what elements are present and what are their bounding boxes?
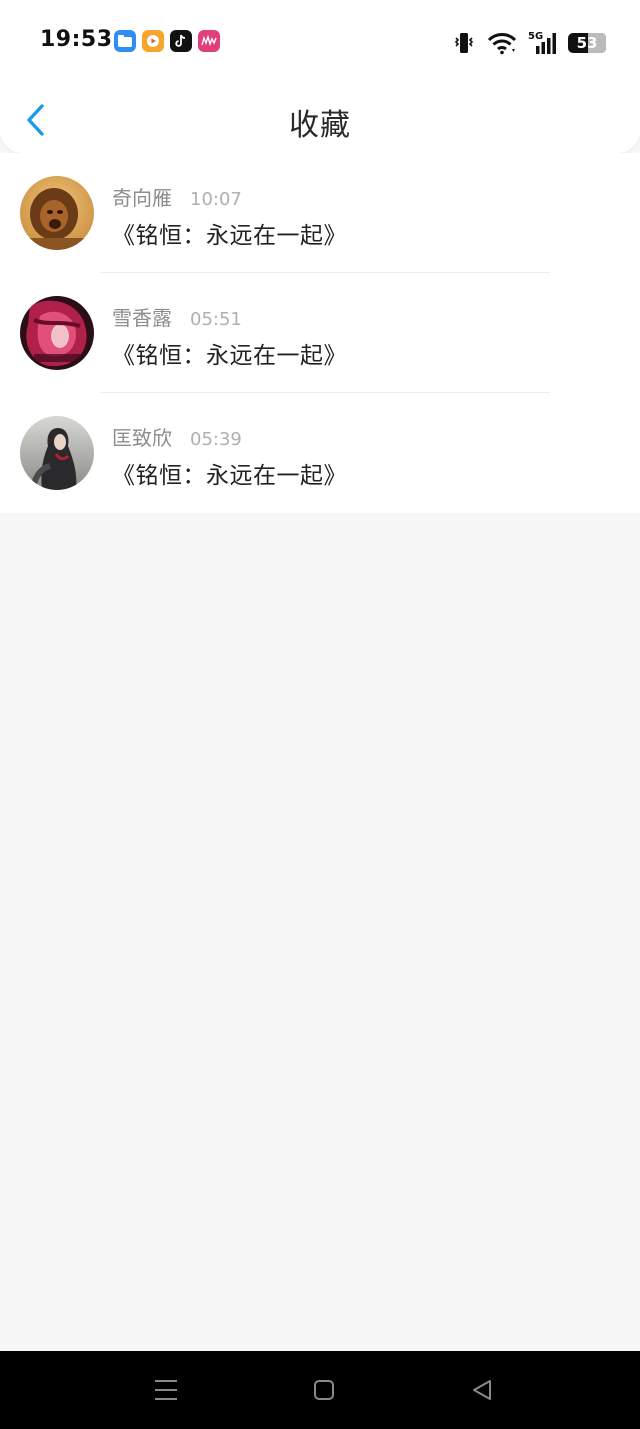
menu-button[interactable] bbox=[150, 1375, 182, 1405]
list-item[interactable]: 奇向雁 10:07 《铭恒：永远在一起》 bbox=[0, 153, 640, 273]
battery-level: 53 bbox=[576, 34, 598, 52]
header: 19:53 5G 53 收藏 bbox=[0, 0, 640, 153]
tiktok-app-icon bbox=[170, 30, 192, 52]
navigation-bar bbox=[0, 1351, 640, 1429]
item-title: 《铭恒：永远在一起》 bbox=[112, 223, 347, 249]
status-indicators: 5G 53 bbox=[452, 30, 606, 56]
favorites-list: 奇向雁 10:07 《铭恒：永远在一起》 雪香露 05:51 《铭恒：永远在一起… bbox=[0, 153, 640, 513]
sitting-woman-avatar bbox=[20, 416, 94, 490]
red-hair-girl-avatar bbox=[20, 296, 94, 370]
item-title: 《铭恒：永远在一起》 bbox=[112, 343, 347, 369]
back-triangle-icon bbox=[473, 1380, 491, 1400]
item-meta: 奇向雁 10:07 bbox=[112, 182, 242, 211]
item-title: 《铭恒：永远在一起》 bbox=[112, 463, 347, 489]
list-item[interactable]: 匡致欣 05:39 《铭恒：永远在一起》 bbox=[0, 393, 640, 513]
video-app-icon bbox=[142, 30, 164, 52]
item-time: 05:51 bbox=[190, 309, 242, 330]
page-title: 收藏 bbox=[289, 108, 351, 143]
item-meta: 雪香露 05:51 bbox=[112, 302, 242, 331]
status-time: 19:53 bbox=[40, 27, 113, 52]
item-time: 05:39 bbox=[190, 429, 242, 450]
cellular-signal-icon: 5G bbox=[528, 31, 556, 54]
item-time: 10:07 bbox=[190, 189, 242, 210]
menu-icon bbox=[155, 1380, 177, 1400]
music-app-icon bbox=[198, 30, 220, 52]
item-name: 雪香露 bbox=[112, 306, 172, 330]
wifi-icon bbox=[487, 33, 517, 55]
back-nav-button[interactable] bbox=[466, 1375, 498, 1405]
home-button[interactable] bbox=[308, 1375, 340, 1405]
item-name: 奇向雁 bbox=[112, 186, 172, 210]
list-item[interactable]: 雪香露 05:51 《铭恒：永远在一起》 bbox=[0, 273, 640, 393]
lion-avatar bbox=[20, 176, 94, 250]
network-type-label: 5G bbox=[528, 31, 543, 42]
notification-app-icons bbox=[114, 30, 220, 52]
title-bar: 收藏 bbox=[0, 84, 640, 153]
home-icon bbox=[314, 1380, 334, 1400]
vibrate-icon bbox=[454, 33, 474, 53]
item-name: 匡致欣 bbox=[112, 426, 172, 450]
files-app-icon bbox=[114, 30, 136, 52]
screen: 19:53 5G 53 收藏 奇向雁 10:07 《铭恒：永远在一起》 雪香露 … bbox=[0, 0, 640, 1429]
status-bar: 19:53 5G 53 bbox=[0, 0, 640, 84]
battery-icon: 53 bbox=[568, 33, 606, 53]
item-meta: 匡致欣 05:39 bbox=[112, 422, 242, 451]
